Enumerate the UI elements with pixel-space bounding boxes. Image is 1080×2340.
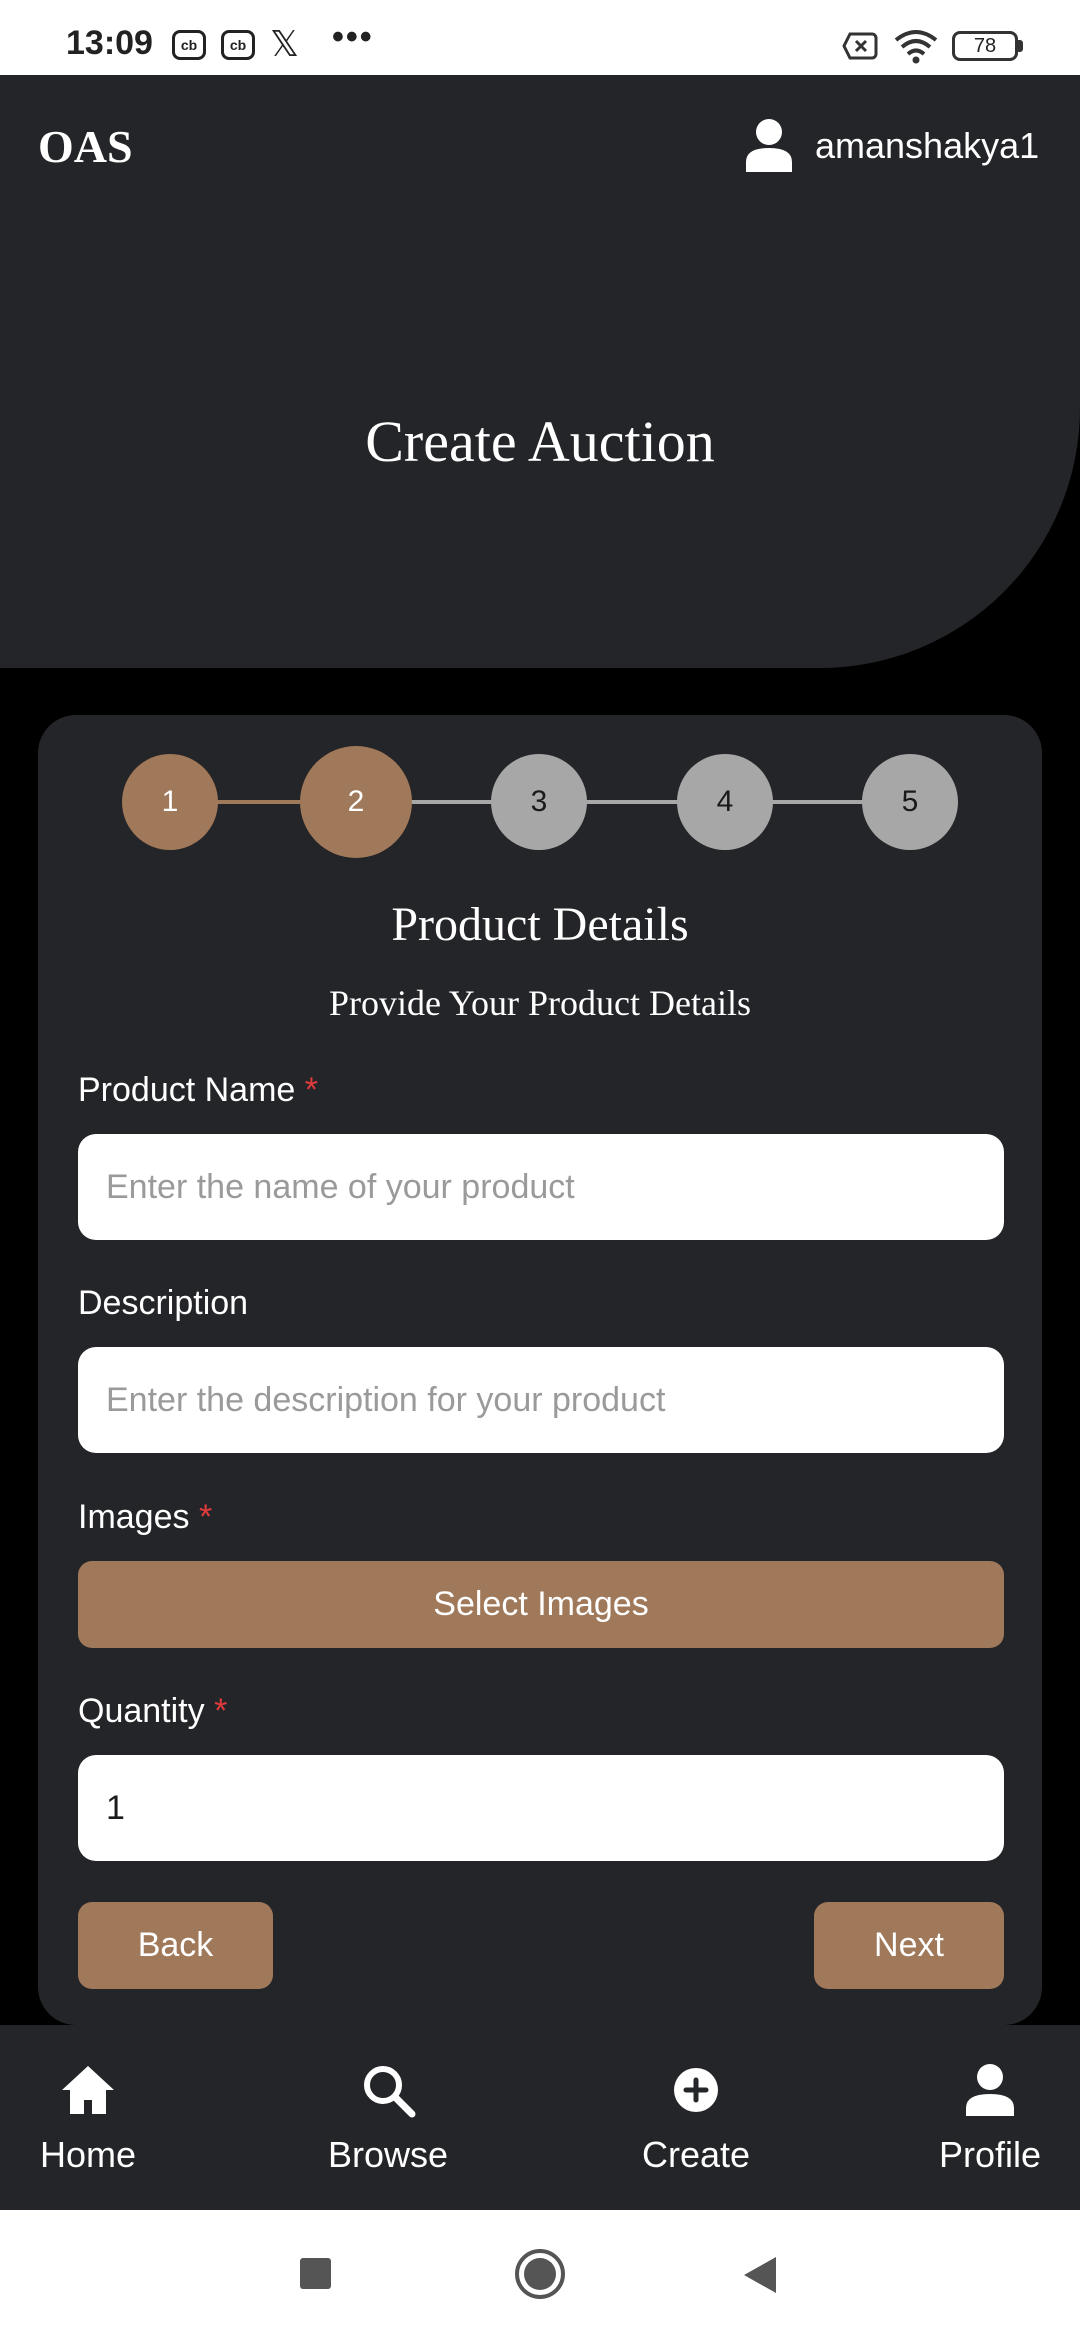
- nav-profile[interactable]: Profile: [930, 2060, 1050, 2176]
- username-label[interactable]: amanshakya1: [815, 125, 1039, 167]
- quantity-value: 1: [106, 1788, 125, 1827]
- plus-circle-icon: [674, 2068, 718, 2112]
- recent-apps-icon[interactable]: [300, 2258, 331, 2289]
- product-name-placeholder: Enter the name of your product: [106, 1167, 575, 1206]
- section-subtitle: Provide Your Product Details: [329, 983, 751, 1023]
- quantity-label-text: Quantity: [78, 1692, 205, 1730]
- nav-home-label: Home: [39, 2134, 137, 2175]
- home-button-icon[interactable]: [514, 2248, 566, 2300]
- required-asterisk: *: [214, 1692, 228, 1730]
- description-label: Description: [78, 1284, 248, 1323]
- quantity-label: Quantity *: [78, 1692, 227, 1731]
- x-logo-icon: 𝕏: [270, 24, 300, 65]
- nav-browse-label: Browse: [327, 2134, 449, 2175]
- sim-off-icon: [842, 32, 878, 60]
- nav-create[interactable]: Create: [636, 2060, 756, 2176]
- battery-tip: [1018, 40, 1023, 52]
- bottom-nav: [0, 2025, 1080, 2210]
- step-1: 1: [122, 754, 218, 850]
- stepper-connector: [770, 800, 866, 804]
- step-2-current: 2: [300, 746, 412, 858]
- notification-cb-icon: cb: [221, 30, 255, 60]
- stepper-connector: [585, 800, 681, 804]
- step-5: 5: [862, 754, 958, 850]
- required-asterisk: *: [304, 1071, 319, 1109]
- product-name-label-text: Product Name: [78, 1071, 296, 1109]
- brand-logo[interactable]: OAS: [38, 120, 133, 173]
- step-3: 3: [491, 754, 587, 850]
- nav-home[interactable]: Home: [38, 2060, 138, 2176]
- product-name-label: Product Name *: [78, 1071, 318, 1110]
- home-icon: [62, 2066, 114, 2114]
- battery-indicator: 78: [952, 31, 1018, 61]
- product-name-input[interactable]: Enter the name of your product: [78, 1134, 1004, 1240]
- description-label-text: Description: [78, 1284, 249, 1322]
- nav-browse[interactable]: Browse: [318, 2060, 458, 2176]
- status-time: 13:09: [66, 24, 153, 62]
- back-nav-icon[interactable]: [740, 2255, 778, 2295]
- description-input[interactable]: Enter the description for your product: [78, 1347, 1004, 1453]
- quantity-input[interactable]: 1: [78, 1755, 1004, 1861]
- images-label: Images *: [78, 1498, 212, 1537]
- required-asterisk: *: [198, 1498, 213, 1536]
- images-label-text: Images: [78, 1498, 190, 1536]
- description-placeholder: Enter the description for your product: [106, 1380, 666, 1419]
- step-4: 4: [677, 754, 773, 850]
- stepper-connector: [410, 800, 500, 804]
- notification-cb-icon: cb: [172, 30, 206, 60]
- nav-create-label: Create: [641, 2134, 751, 2175]
- more-notifications-icon: •••: [332, 18, 374, 56]
- nav-profile-label: Profile: [938, 2134, 1042, 2175]
- user-icon: [966, 2064, 1014, 2116]
- wifi-icon: [894, 30, 938, 64]
- next-button[interactable]: Next: [814, 1902, 1004, 1989]
- page-title: Create Auction: [365, 409, 715, 474]
- select-images-button[interactable]: Select Images: [78, 1561, 1004, 1648]
- section-title: Product Details: [391, 898, 689, 951]
- user-icon[interactable]: [744, 118, 794, 172]
- back-button[interactable]: Back: [78, 1902, 273, 1989]
- search-icon: [364, 2066, 416, 2118]
